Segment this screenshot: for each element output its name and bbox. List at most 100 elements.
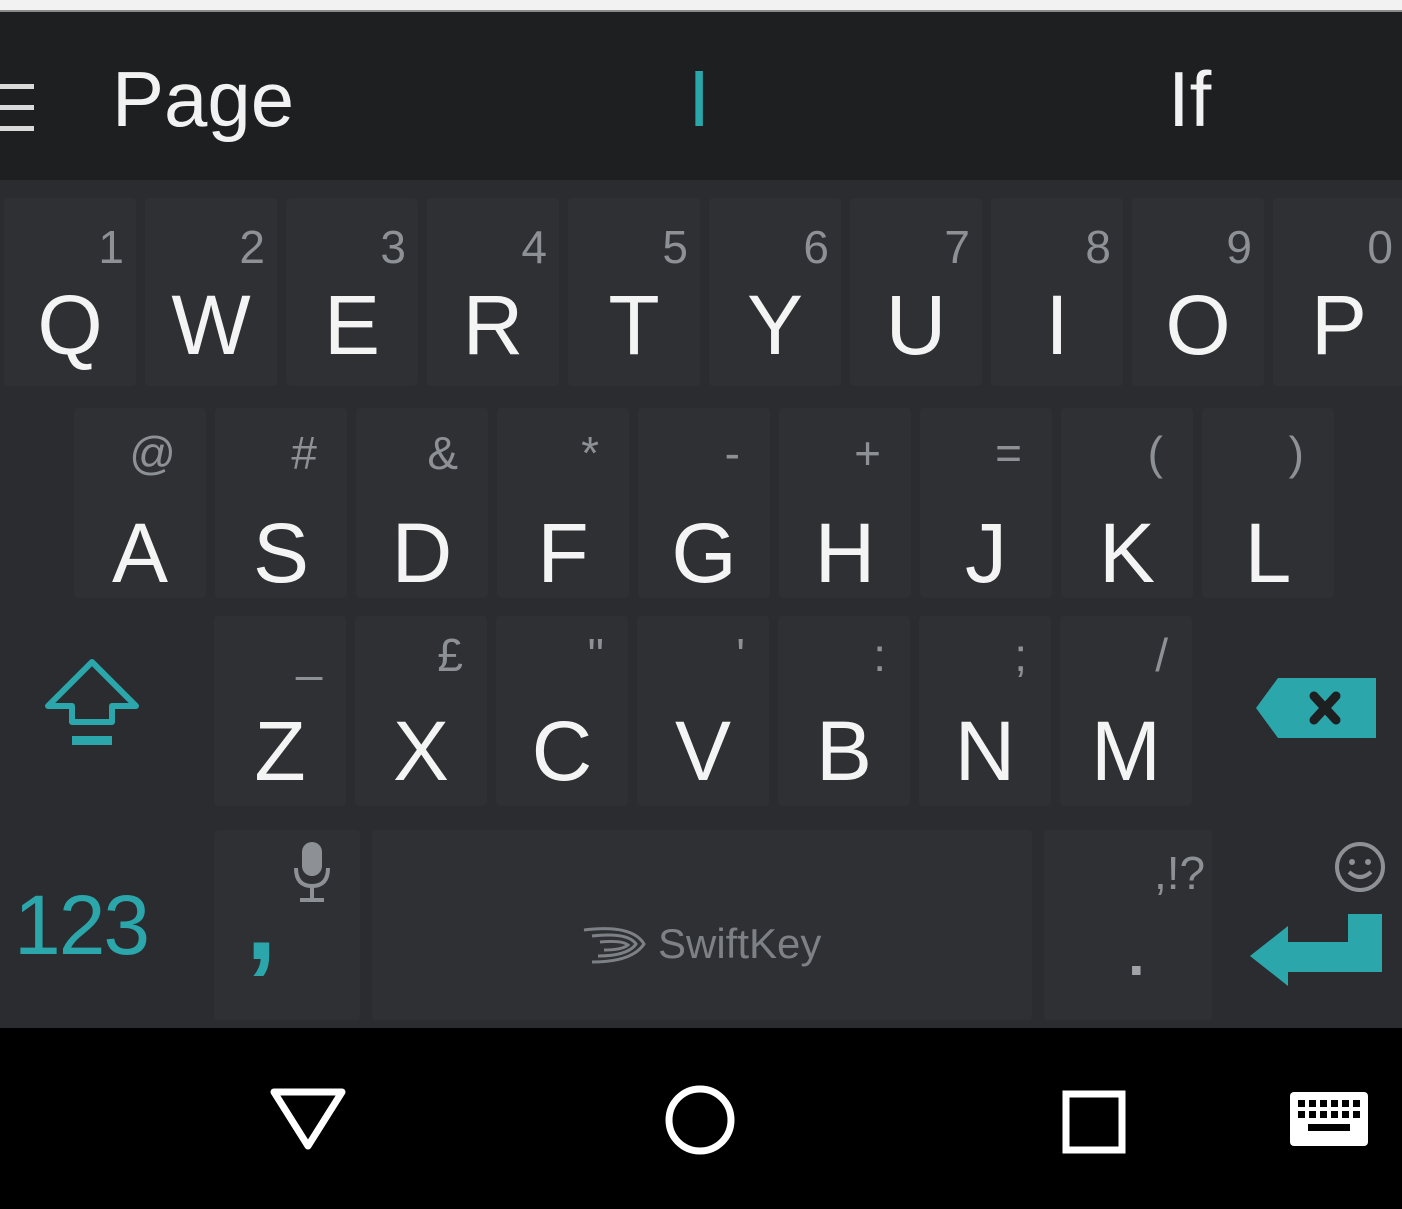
suggestion-bar: Page I If (0, 12, 1402, 180)
key-hint: 9 (1226, 221, 1252, 273)
key-hint: 1 (98, 221, 124, 273)
key-hint: _ (296, 629, 322, 681)
key-hint: ' (736, 629, 745, 681)
key-label: P (1310, 278, 1368, 372)
key-hint: 5 (662, 221, 688, 273)
swiftkey-logo-icon (583, 927, 646, 964)
key-g[interactable]: -G (638, 408, 770, 598)
emoji-icon (1335, 842, 1385, 892)
key-l[interactable]: ) L (1202, 408, 1334, 598)
key-hint: £ (437, 629, 463, 681)
key-o[interactable]: 9O (1132, 198, 1264, 386)
key-hint: 2 (239, 221, 265, 273)
suggestion-left[interactable]: Page (112, 54, 294, 144)
key-hint: # (291, 427, 317, 479)
key-label: S (252, 506, 310, 600)
key-i[interactable]: 8I (991, 198, 1123, 386)
key-z[interactable]: _ Z (214, 616, 346, 806)
key-hint: " (587, 629, 604, 681)
key-t[interactable]: 5T (568, 198, 700, 386)
swiftkey-logo-text: SwiftKey (658, 920, 822, 967)
key-label: R (462, 278, 524, 372)
key-b[interactable]: :B (778, 616, 910, 806)
comma-key[interactable] (214, 830, 360, 1020)
key-label: J (965, 506, 1007, 600)
key-label: L (1244, 506, 1292, 600)
status-edge (0, 0, 1402, 12)
shift-key[interactable] (8, 616, 158, 802)
key-f[interactable]: * F (497, 408, 629, 598)
key-hint: @ (129, 427, 176, 479)
key-n[interactable]: ; N (919, 616, 1051, 806)
key-hint: * (581, 427, 599, 479)
key-hint: 4 (521, 221, 547, 273)
key-e[interactable]: 3E (286, 198, 418, 386)
keyboard-icon[interactable] (1288, 1090, 1370, 1148)
comma-key-label: , (246, 860, 277, 983)
key-r[interactable]: 4R (427, 198, 559, 386)
navigation-bar (0, 1028, 1402, 1209)
menu-icon[interactable] (0, 84, 34, 132)
key-a[interactable]: @ A (74, 408, 206, 598)
key-label: W (171, 278, 251, 372)
key-k[interactable]: (K (1061, 408, 1193, 598)
key-hint: = (995, 427, 1022, 479)
key-label: V (674, 704, 732, 798)
key-hint: 6 (803, 221, 829, 273)
suggestion-center[interactable]: I (688, 54, 710, 144)
key-y[interactable]: 6Y (709, 198, 841, 386)
key-label: D (391, 506, 453, 600)
key-label: G (671, 506, 737, 600)
key-label: Y (746, 278, 804, 372)
key-hint: 3 (380, 221, 406, 273)
key-label: T (608, 278, 660, 372)
key-label: K (1098, 506, 1156, 600)
key-p[interactable]: 0P (1273, 198, 1402, 386)
key-label: I (1045, 278, 1069, 372)
keyboard: 1Q2W3E4R5T6Y7U8I9O0P @ A # S & D * F - G + H = J(K) L … (0, 180, 1402, 1028)
nav-home-icon[interactable] (664, 1084, 736, 1156)
key-label: N (954, 704, 1016, 798)
key-hint: - (724, 427, 740, 479)
key-m[interactable]: / M (1060, 616, 1192, 806)
key-label: E (323, 278, 381, 372)
key-d[interactable]: & D (356, 408, 488, 598)
key-label: O (1165, 278, 1231, 372)
key-u[interactable]: 7U (850, 198, 982, 386)
key-q[interactable]: 1Q (4, 198, 136, 386)
enter-icon (1250, 914, 1382, 986)
key-w[interactable]: 2W (145, 198, 277, 386)
key-c[interactable]: " C (496, 616, 628, 806)
key-x[interactable]: £ X (355, 616, 487, 806)
key-hint: 8 (1085, 221, 1111, 273)
key-hint: + (854, 427, 881, 479)
backspace-icon (1256, 678, 1376, 738)
key-hint: 7 (944, 221, 970, 273)
nav-back-icon[interactable] (268, 1086, 348, 1152)
punctuation-hint: ,!? (1154, 847, 1206, 899)
suggestion-right[interactable]: If (1168, 54, 1211, 144)
key-v[interactable]: ' V (637, 616, 769, 806)
period-key-label: . (1128, 921, 1145, 988)
key-label: F (537, 506, 589, 600)
key-hint: 0 (1367, 221, 1393, 273)
key-j[interactable]: = J (920, 408, 1052, 598)
key-label: Z (254, 704, 306, 798)
mic-icon (294, 842, 330, 902)
shift-icon (45, 659, 139, 745)
key-label: X (392, 704, 450, 798)
numbers-key-label: 123 (14, 878, 150, 972)
nav-recents-icon[interactable] (1062, 1090, 1126, 1154)
key-hint: & (427, 427, 458, 479)
key-h[interactable]: + H (779, 408, 911, 598)
key-label: U (885, 278, 947, 372)
key-label: C (531, 704, 593, 798)
swiftkey-logo: SwiftKey (582, 920, 821, 968)
key-s[interactable]: # S (215, 408, 347, 598)
key-hint: : (873, 629, 886, 681)
key-label: Q (37, 278, 103, 372)
key-label: H (814, 506, 876, 600)
key-label: B (815, 704, 873, 798)
key-hint: / (1155, 629, 1168, 681)
key-label: M (1091, 704, 1161, 798)
